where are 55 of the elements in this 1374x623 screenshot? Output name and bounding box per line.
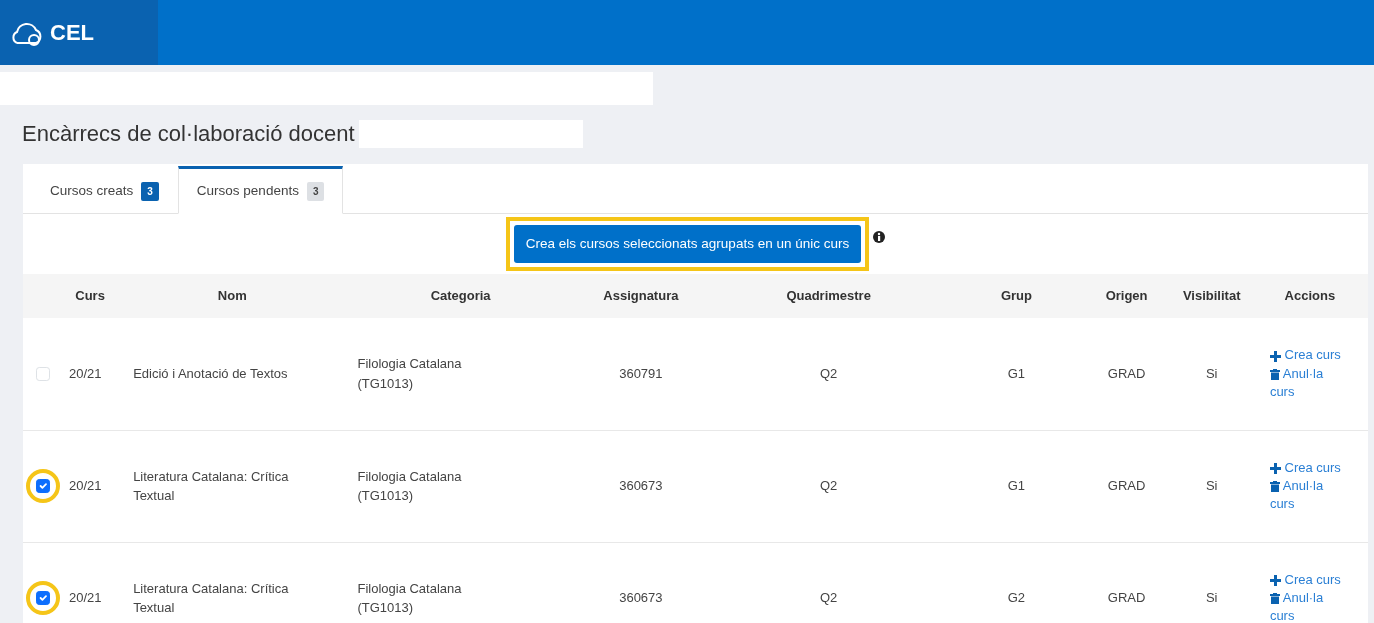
table-cell: Filologia Catalana (TG1013) [357,580,462,615]
column-header: Origen [1081,274,1172,318]
group-courses-button[interactable]: Crea els cursos seleccionats agrupats en un únic curs [513,224,862,264]
table-cell: Edició i Anotació de Textos [133,366,288,381]
tab[interactable]: Cursos creats 3 [31,165,178,214]
column-header: Visibilitat [1171,274,1252,318]
tab[interactable]: Cursos pendents 3 [177,165,344,214]
table-cell: GRAD [1107,478,1146,494]
table-cell: Si [1205,590,1218,606]
table-cell: GRAD [1107,590,1146,606]
column-header: Curs [61,274,120,318]
create-course-link[interactable]: Crea curs [1269,458,1350,477]
page-title: Encàrrecs de col·laboració docent [22,120,355,148]
info-icon [873,231,886,243]
column-header: Grup [951,274,1082,318]
table-cell: Literatura Catalana: Crítica Textual [133,580,289,615]
table-cell: Literatura Catalana: Crítica Textual [133,468,289,503]
row-checkbox[interactable] [36,591,51,605]
table-cell: Si [1205,478,1218,494]
row-checkbox[interactable] [36,479,51,493]
logo-text: CEL [50,19,94,47]
column-header: Quadrimestre [705,274,952,318]
plus-icon [1269,350,1281,362]
trash-icon [1269,480,1280,492]
column-header: Categoria [345,274,576,318]
count-badge: 3 [306,181,325,201]
table-cell: 360791 [619,366,663,381]
table-cell: Si [1205,366,1218,381]
create-course-link[interactable]: Crea curs [1269,346,1350,365]
column-header: Assignatura [575,274,706,318]
table-cell: 20/21 [69,366,102,381]
column-header: Accions [1251,274,1368,318]
trash-icon [1269,368,1280,380]
count-badge: 3 [141,181,159,201]
table-cell: Q2 [819,366,838,381]
table-cell: 20/21 [69,590,102,606]
table-cell: Q2 [819,478,838,494]
table-cell: G1 [1007,478,1026,494]
table-cell: Filologia Catalana (TG1013) [357,468,462,503]
create-course-link[interactable]: Crea curs [1269,570,1350,589]
table-cell: G1 [1007,366,1026,381]
cancel-course-link[interactable]: Anul·la curs [1269,588,1350,623]
table-cell: G2 [1007,590,1026,606]
plus-icon [1269,574,1281,586]
plus-icon [1269,462,1281,474]
table-cell: Filologia Catalana (TG1013) [357,356,462,391]
cancel-course-link[interactable]: Anul·la curs [1269,364,1350,402]
trash-icon [1269,592,1280,604]
column-header: Nom [119,274,346,318]
table-cell: 360673 [619,590,663,606]
cancel-course-link[interactable]: Anul·la curs [1269,476,1350,514]
table-cell: 360673 [619,478,663,494]
table-cell: 20/21 [69,478,102,494]
table-cell: GRAD [1107,366,1146,381]
table-cell: Q2 [819,590,838,606]
